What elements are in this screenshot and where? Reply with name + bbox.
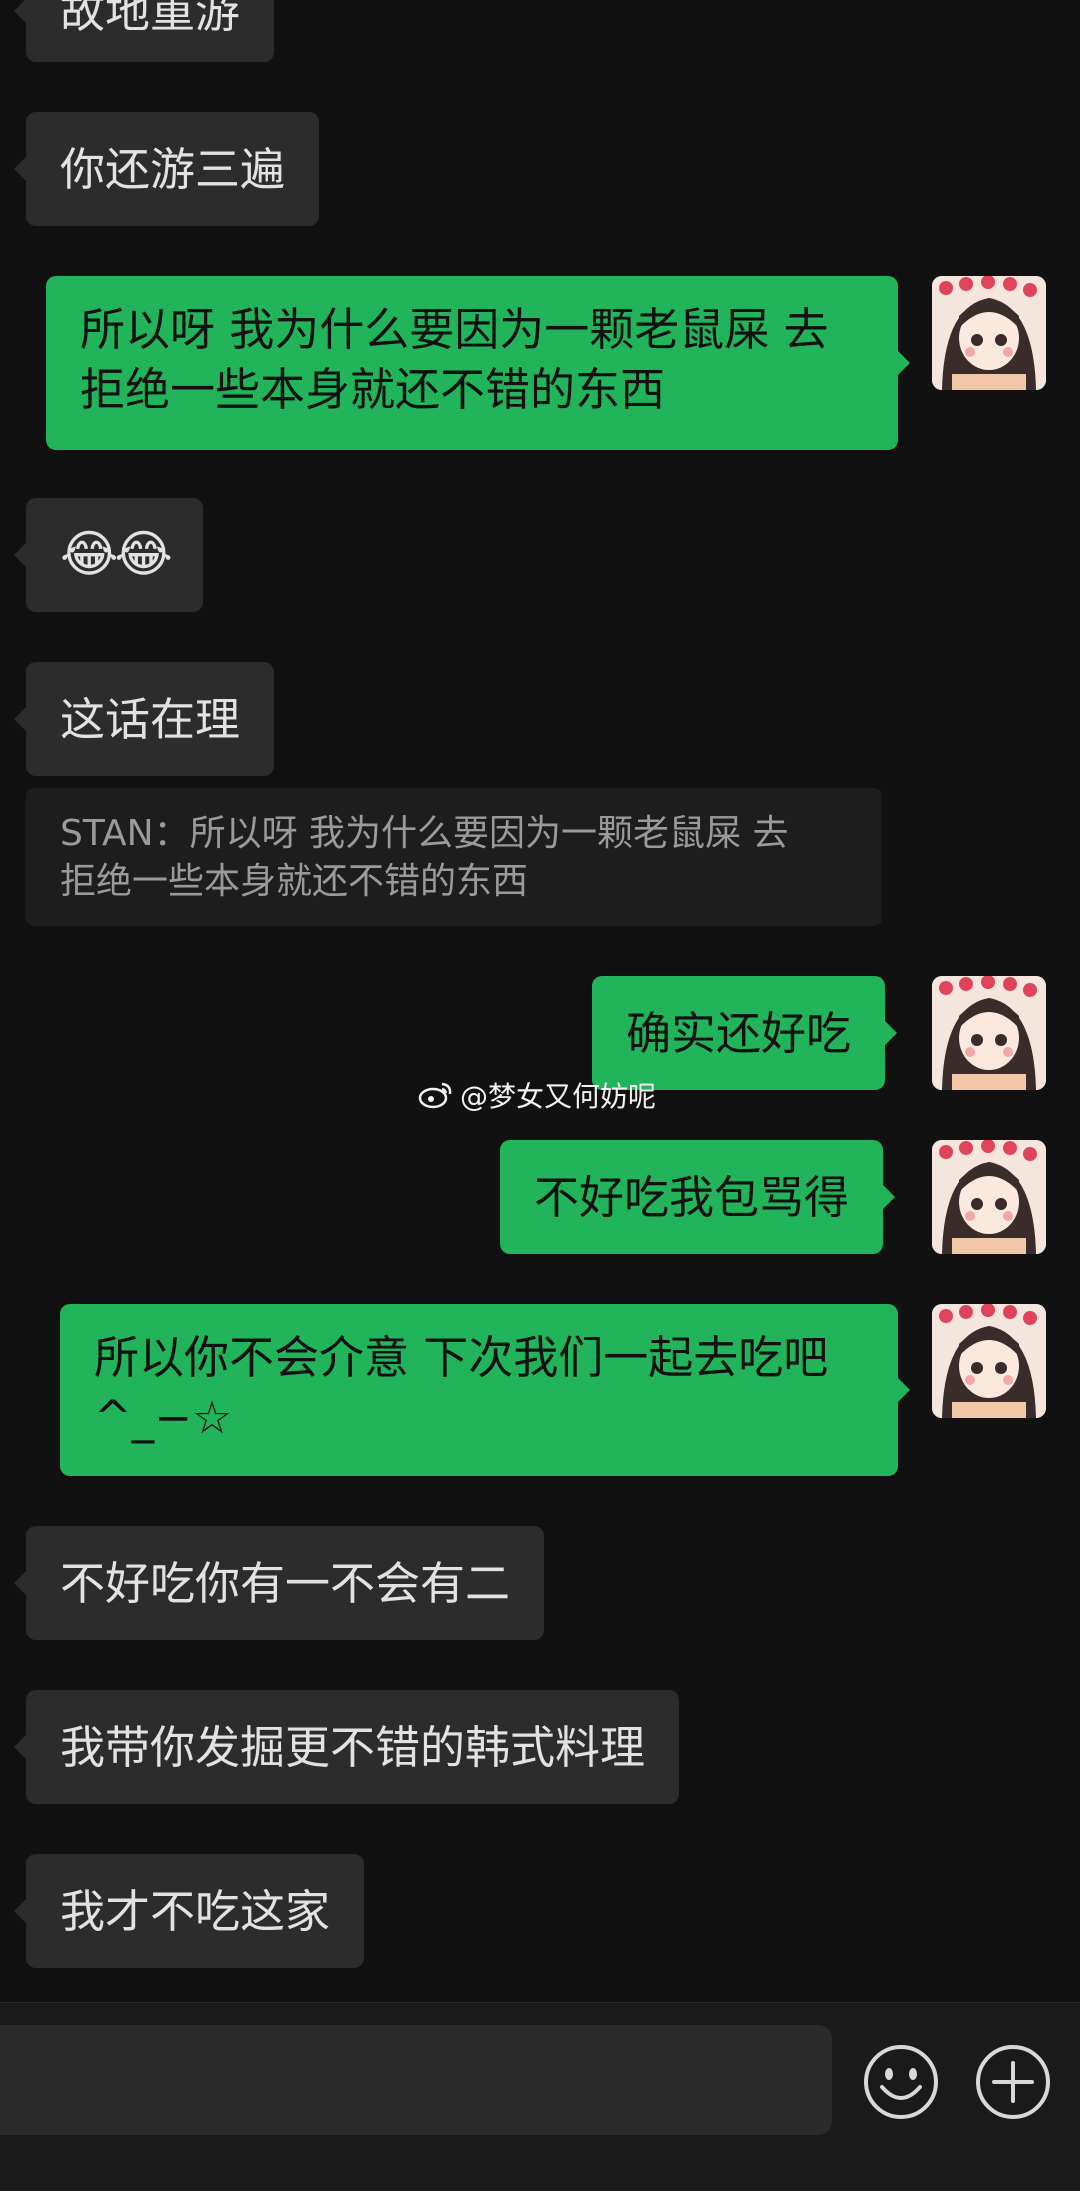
avatar-image [932,976,1046,1090]
message-text: 😂😂 [60,525,173,583]
message-outgoing[interactable]: 所以你不会介意 下次我们一起去吃吧 ^_−☆ [60,1304,910,1476]
message-incoming[interactable]: 你还游三遍 [13,112,320,226]
message-text: 这话在理 [60,693,241,746]
message-outgoing[interactable]: 不好吃我包骂得 [500,1140,896,1254]
input-bar [0,2002,1080,2191]
watermark: @梦女又何妨呢 [418,1075,656,1115]
message-text: 不好吃我包骂得 [534,1171,850,1224]
smiley-icon [864,2045,938,2119]
message-text: 拒绝一些本身就还不错的东西 [80,363,666,416]
quote-text: STAN：所以呀 我为什么要因为一颗老鼠屎 去 [60,813,789,854]
plus-circle-icon [976,2045,1050,2119]
weibo-logo-icon [418,1082,452,1109]
message-text: ^_−☆ [94,1391,233,1444]
message-text: 所以你不会介意 下次我们一起去吃吧 [94,1331,829,1384]
avatar-image [932,276,1046,390]
watermark-text: @梦女又何妨呢 [460,1080,657,1113]
message-incoming[interactable]: 😂😂 [14,498,203,612]
message-text: 所以呀 我为什么要因为一颗老鼠屎 去 [80,303,829,356]
plus-button[interactable] [974,2043,1052,2121]
message-incoming[interactable]: 我才不吃这家 [13,1854,365,1968]
message-outgoing[interactable]: 所以呀 我为什么要因为一颗老鼠屎 去 拒绝一些本身就还不错的东西 [46,276,910,450]
message-outgoing[interactable]: 确实还好吃 [592,976,898,1090]
message-incoming[interactable]: 我带你发掘更不错的韩式料理 [13,1690,680,1804]
avatar-image [932,1140,1046,1254]
quote-text: 拒绝一些本身就还不错的东西 [60,861,529,902]
message-text: 你还游三遍 [60,143,286,196]
user-avatar[interactable] [932,1304,1046,1418]
message-text: 故地重游 [60,0,241,38]
message-text: 我才不吃这家 [60,1885,331,1938]
message-text: 确实还好吃 [626,1007,852,1060]
emoji-button[interactable] [862,2043,940,2121]
message-input[interactable] [0,2025,832,2135]
quoted-message[interactable]: STAN：所以呀 我为什么要因为一颗老鼠屎 去 拒绝一些本身就还不错的东西 [26,788,882,926]
user-avatar[interactable] [932,276,1046,390]
message-incoming[interactable]: 这话在理 [13,662,275,776]
message-text: 我带你发掘更不错的韩式料理 [60,1721,646,1774]
user-avatar[interactable] [932,976,1046,1090]
message-incoming[interactable]: 不好吃你有一不会有二 [13,1526,545,1640]
avatar-image [932,1304,1046,1418]
message-text: 不好吃你有一不会有二 [60,1557,511,1610]
message-incoming[interactable]: 故地重游 [13,0,275,62]
user-avatar[interactable] [932,1140,1046,1254]
